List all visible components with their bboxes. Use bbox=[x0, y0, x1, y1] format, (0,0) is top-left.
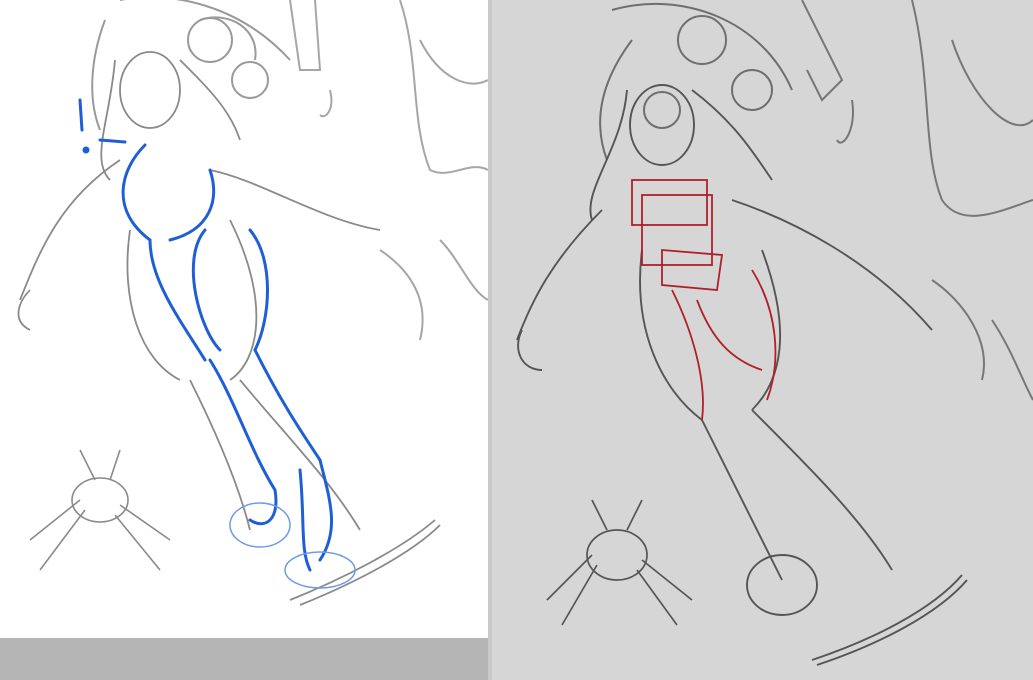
right-sketch-artwork bbox=[516, 0, 1033, 666]
background-figures bbox=[801, 0, 1033, 401]
spider-sketch bbox=[29, 449, 171, 571]
background-figures bbox=[289, 0, 488, 341]
left-sketch-artwork bbox=[17, 0, 488, 606]
blue-gesture-lines bbox=[78, 98, 333, 572]
figure-pencil-sketch bbox=[516, 84, 968, 666]
spider-sketch bbox=[546, 499, 693, 626]
right-canvas-panel bbox=[492, 0, 1033, 680]
red-construction-lines bbox=[631, 179, 777, 421]
left-canvas-panel bbox=[0, 0, 488, 638]
canvas-bottom-strip bbox=[0, 638, 490, 680]
blue-disc-outline bbox=[229, 502, 356, 589]
halo-sketch bbox=[599, 2, 793, 161]
halo-sketch bbox=[91, 0, 291, 131]
figure-pencil-sketch bbox=[17, 51, 441, 606]
